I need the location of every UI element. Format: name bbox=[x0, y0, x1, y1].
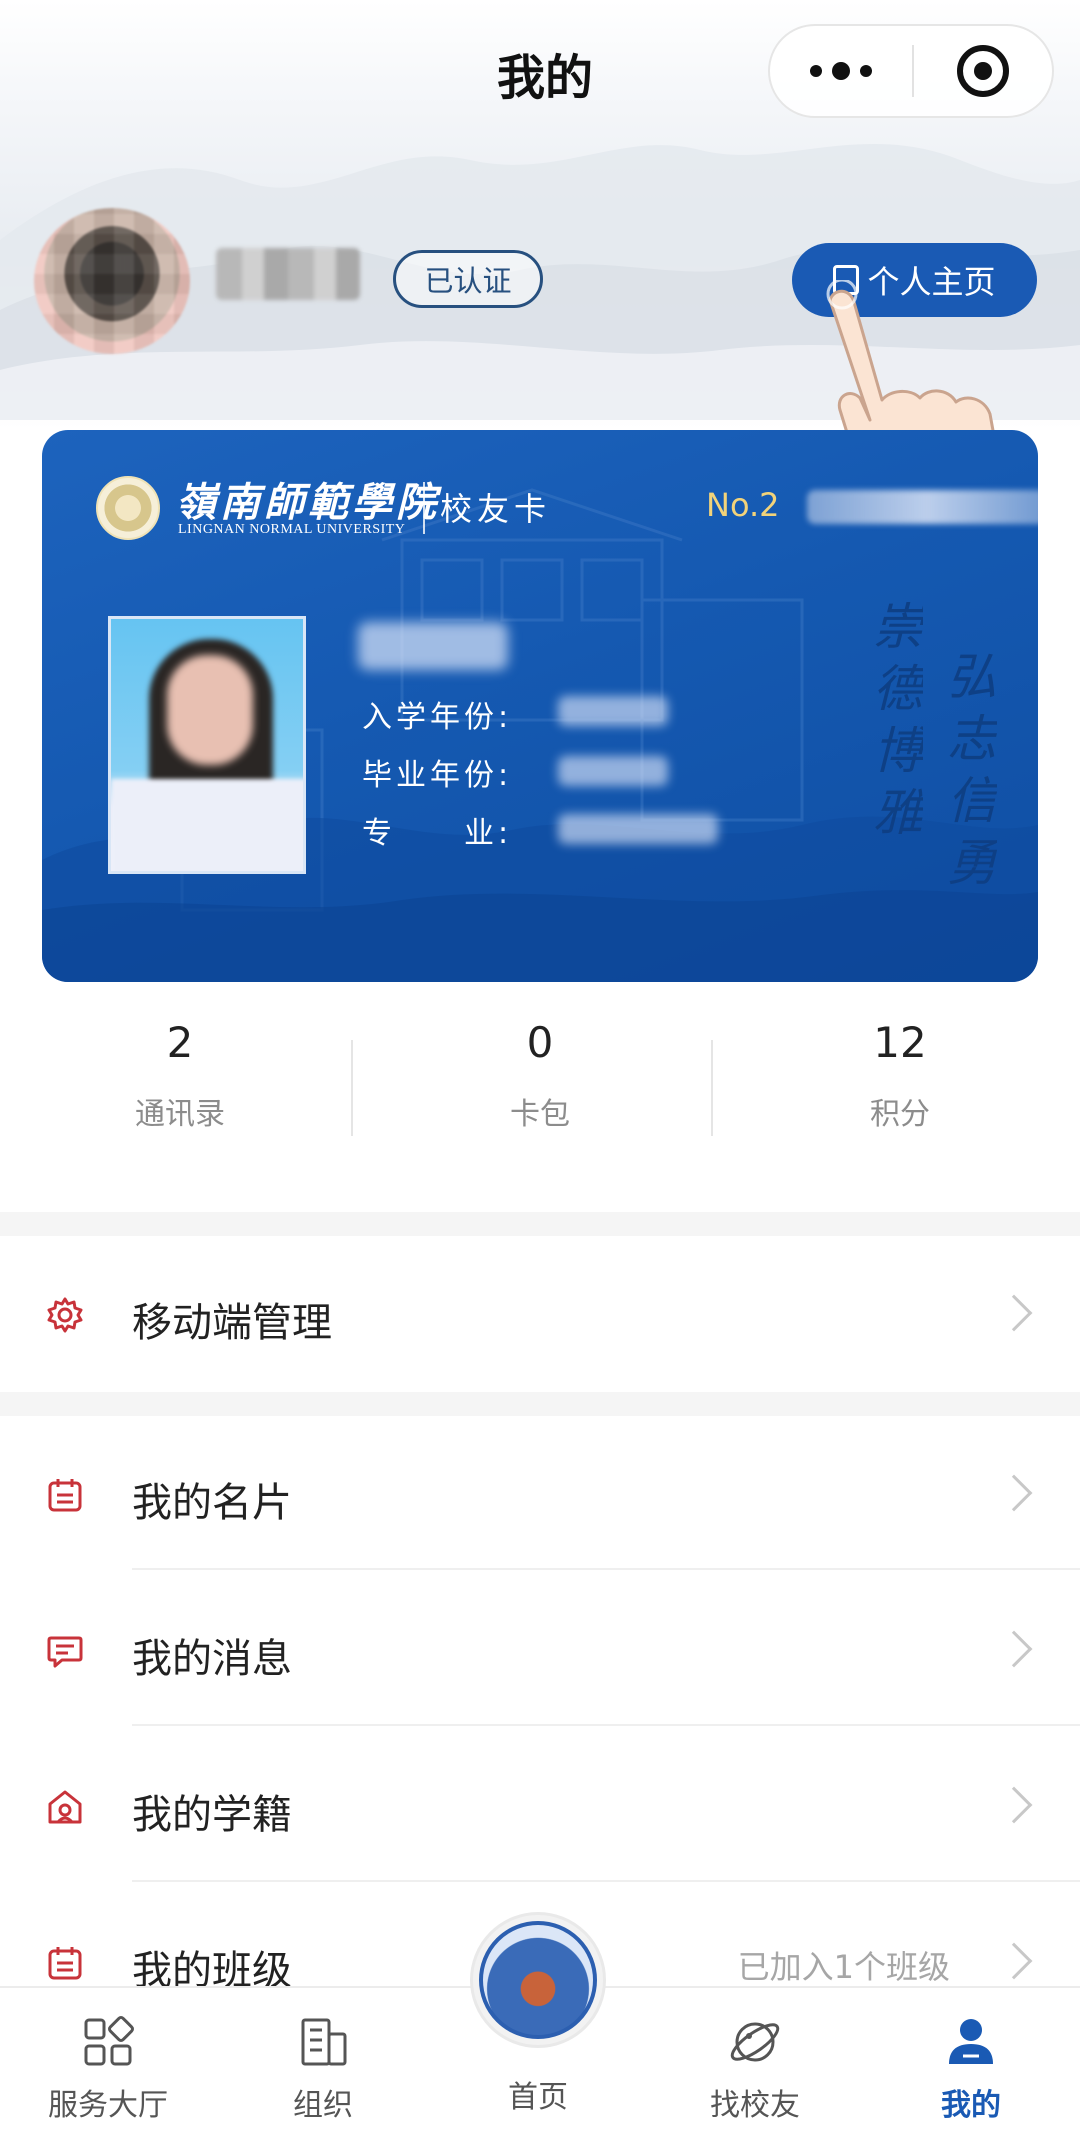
motto-right: 弘志信勇 bbox=[939, 650, 997, 898]
person-icon bbox=[949, 2019, 993, 2064]
stat-contacts[interactable]: 2 通讯录 bbox=[0, 1018, 360, 1133]
card-photo bbox=[108, 616, 306, 874]
menu-divider bbox=[132, 1568, 1080, 1570]
tab-organization[interactable]: 组织 bbox=[248, 2014, 398, 2124]
tab-mine[interactable]: 我的 bbox=[896, 2014, 1046, 2124]
tab-label: 服务大厅 bbox=[48, 2088, 168, 2123]
menu-item-label: 移动端管理 bbox=[132, 1300, 332, 1346]
stat-contacts-value: 2 bbox=[166, 1018, 194, 1067]
card-school-name: 嶺南師範學院 bbox=[176, 479, 440, 526]
message-icon bbox=[47, 1636, 83, 1668]
personal-homepage-button[interactable]: 个人主页 bbox=[792, 243, 1037, 317]
menu-item-label: 我的消息 bbox=[132, 1636, 292, 1682]
menu-divider bbox=[132, 1724, 1080, 1726]
target-icon bbox=[957, 45, 1009, 97]
stat-divider bbox=[351, 1040, 353, 1136]
major-blurred bbox=[558, 814, 718, 844]
stats-row: 2 通讯录 0 卡包 12 积分 bbox=[0, 1018, 1080, 1168]
tab-home[interactable]: 首页 bbox=[463, 2062, 613, 2116]
tab-label: 组织 bbox=[293, 2088, 353, 2123]
gear-icon bbox=[47, 1297, 83, 1333]
id-card-icon bbox=[833, 265, 860, 295]
close-button[interactable] bbox=[914, 45, 1052, 97]
card-type: 校友卡 bbox=[440, 490, 552, 528]
menu-item-my-status[interactable]: 我的学籍 bbox=[0, 1744, 1080, 1864]
stat-divider bbox=[711, 1040, 713, 1136]
tab-label: 首页 bbox=[508, 2080, 568, 2115]
planet-icon bbox=[730, 2022, 780, 2062]
more-dots-icon[interactable] bbox=[770, 26, 912, 116]
username-blurred bbox=[216, 248, 360, 300]
stat-points-label: 积分 bbox=[870, 1097, 930, 1132]
avatar[interactable] bbox=[34, 208, 190, 354]
section-gap bbox=[0, 1392, 1080, 1416]
personal-homepage-label: 个人主页 bbox=[867, 263, 996, 301]
menu-item-label: 我的名片 bbox=[132, 1480, 292, 1526]
menu-item-my-messages[interactable]: 我的消息 bbox=[0, 1588, 1080, 1708]
card-title-separator bbox=[423, 482, 425, 534]
grid-icon bbox=[84, 2016, 134, 2066]
card-number: No.2 bbox=[706, 486, 780, 524]
school-logo bbox=[96, 476, 160, 540]
stat-contacts-label: 通讯录 bbox=[135, 1097, 225, 1132]
stat-points-value: 12 bbox=[873, 1018, 927, 1067]
tab-find-alumni[interactable]: 找校友 bbox=[680, 2014, 830, 2124]
building-icon bbox=[301, 2018, 347, 2066]
chevron-right-icon bbox=[995, 1630, 1033, 1668]
enroll-year-blurred bbox=[558, 696, 668, 726]
chevron-right-icon bbox=[995, 1294, 1033, 1332]
field-enroll-year: 入学年份: bbox=[362, 700, 513, 735]
calendar-icon bbox=[48, 1947, 82, 1980]
motto-left: 崇德博雅 bbox=[865, 600, 923, 848]
class-joined-count: 已加入1个班级 bbox=[737, 1948, 950, 1986]
menu-divider bbox=[132, 1880, 1080, 1882]
mini-program-capsule bbox=[768, 24, 1054, 118]
field-major: 专 业: bbox=[362, 816, 513, 851]
chevron-right-icon bbox=[995, 1786, 1033, 1824]
card-number-blurred bbox=[807, 490, 1038, 524]
section-gap bbox=[0, 1212, 1080, 1236]
menu-item-my-card[interactable]: 我的名片 bbox=[0, 1432, 1080, 1552]
stat-points[interactable]: 12 积分 bbox=[720, 1018, 1080, 1133]
grad-year-blurred bbox=[558, 756, 668, 786]
alumni-card[interactable]: 嶺南師範學院 LINGNAN NORMAL UNIVERSITY 校友卡 No.… bbox=[42, 430, 1038, 982]
stat-card-wallet-value: 0 bbox=[526, 1018, 554, 1067]
tab-label: 找校友 bbox=[710, 2088, 800, 2123]
card-name-blurred bbox=[358, 622, 508, 670]
tab-label: 我的 bbox=[941, 2088, 1001, 2123]
stat-card-wallet[interactable]: 0 卡包 bbox=[360, 1018, 720, 1133]
menu-item-label: 我的学籍 bbox=[132, 1792, 292, 1838]
chevron-right-icon bbox=[995, 1474, 1033, 1512]
school-emblem-icon[interactable] bbox=[470, 1912, 606, 2048]
calendar-icon bbox=[48, 1479, 82, 1512]
card-school-name-en: LINGNAN NORMAL UNIVERSITY bbox=[178, 522, 406, 537]
menu-item-mobile-manage[interactable]: 移动端管理 bbox=[0, 1252, 1080, 1372]
field-grad-year: 毕业年份: bbox=[362, 758, 513, 793]
chevron-right-icon bbox=[995, 1942, 1033, 1980]
verified-badge: 已认证 bbox=[393, 250, 543, 308]
tab-service-hall[interactable]: 服务大厅 bbox=[33, 2014, 183, 2124]
graduation-cap-icon bbox=[48, 1790, 82, 1824]
stat-card-wallet-label: 卡包 bbox=[510, 1097, 570, 1132]
